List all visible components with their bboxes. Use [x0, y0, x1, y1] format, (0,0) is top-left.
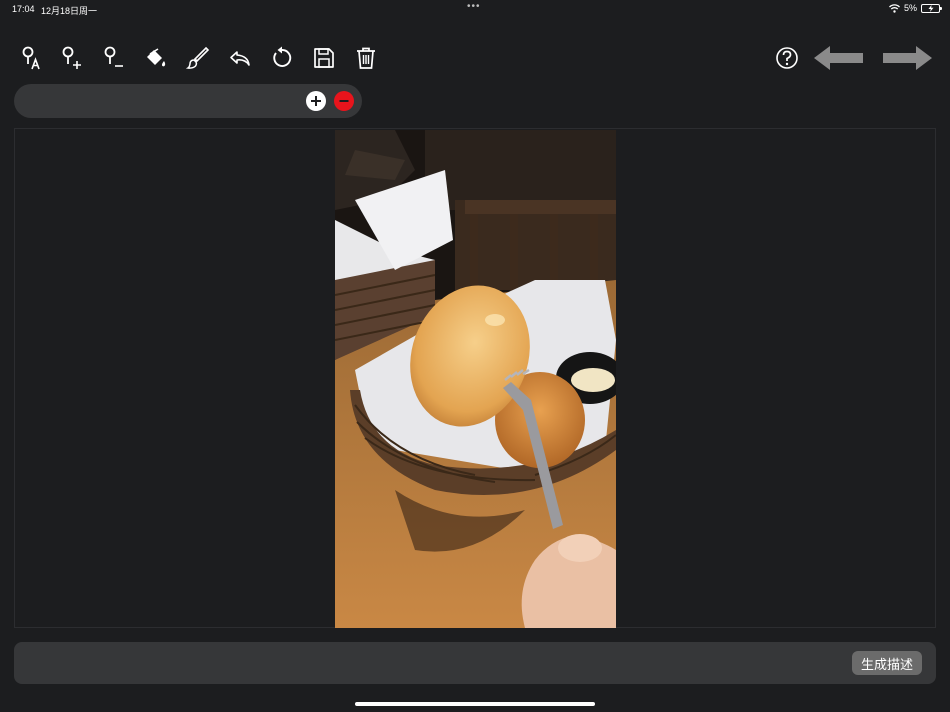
- remove-button[interactable]: [334, 91, 354, 111]
- back-arrow-icon[interactable]: [812, 42, 866, 74]
- image-canvas[interactable]: [14, 128, 936, 628]
- trash-icon[interactable]: [352, 44, 380, 72]
- undo-icon[interactable]: [226, 44, 254, 72]
- label-input[interactable]: [26, 90, 306, 112]
- brush-icon[interactable]: [184, 44, 212, 72]
- point-add-icon[interactable]: [58, 44, 86, 72]
- minus-icon: [339, 100, 349, 102]
- toolbar: [0, 40, 950, 76]
- plus-icon: [311, 96, 321, 106]
- help-icon[interactable]: [773, 44, 801, 72]
- label-input-row: [14, 84, 362, 118]
- bread-roll-on-fork-photo[interactable]: [335, 130, 616, 628]
- add-button[interactable]: [306, 91, 326, 111]
- home-indicator[interactable]: [355, 702, 595, 706]
- battery-charging-icon: [921, 3, 942, 13]
- multitasking-dots[interactable]: •••: [467, 1, 481, 12]
- description-bar: 生成描述: [14, 642, 936, 684]
- forward-arrow-icon[interactable]: [880, 42, 934, 74]
- generate-description-button[interactable]: 生成描述: [852, 651, 922, 675]
- point-remove-icon[interactable]: [100, 44, 128, 72]
- save-icon[interactable]: [310, 44, 338, 72]
- battery-percent: 5%: [903, 3, 917, 13]
- status-bar: 17:04 12月18日周一 ••• 5%: [0, 0, 950, 18]
- paint-bucket-icon[interactable]: [142, 44, 170, 72]
- status-date: 12月18日周一: [41, 6, 98, 16]
- status-time: 17:04: [12, 4, 35, 14]
- reset-icon[interactable]: [268, 44, 296, 72]
- wifi-icon: [889, 3, 900, 13]
- status-right: 5%: [889, 3, 942, 13]
- point-label-icon[interactable]: [18, 44, 46, 72]
